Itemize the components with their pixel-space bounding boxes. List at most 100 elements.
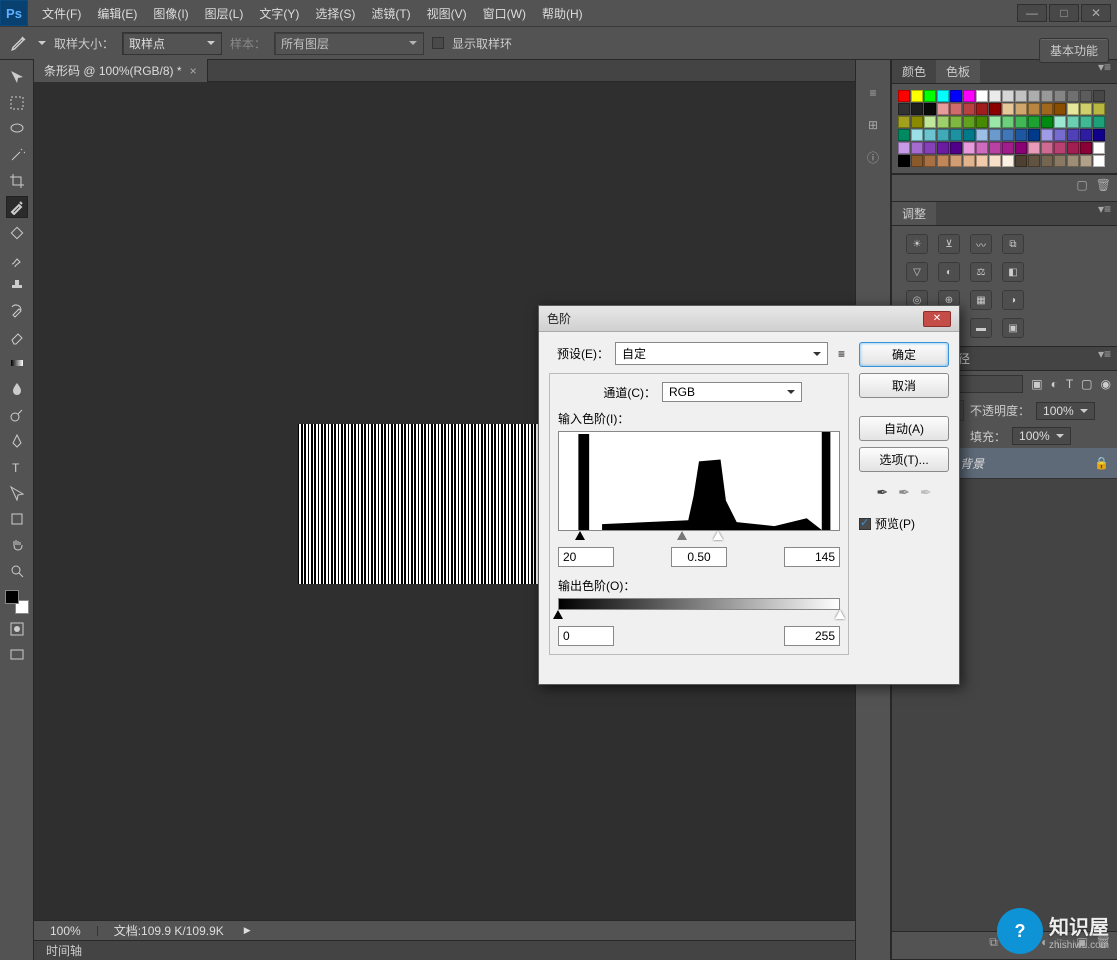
swatch[interactable] bbox=[976, 90, 988, 102]
filter-icon[interactable]: T bbox=[1066, 377, 1073, 391]
exposure-icon[interactable]: ⧉ bbox=[1002, 234, 1024, 254]
swatch[interactable] bbox=[898, 116, 910, 128]
pen-tool[interactable] bbox=[6, 430, 28, 452]
swatch[interactable] bbox=[1028, 90, 1040, 102]
filter-icon[interactable]: ◐ bbox=[1051, 377, 1058, 391]
workspace-button[interactable]: 基本功能 bbox=[1039, 38, 1109, 63]
swatch[interactable] bbox=[1002, 103, 1014, 115]
input-sliders[interactable] bbox=[558, 531, 840, 543]
swatch[interactable] bbox=[976, 103, 988, 115]
filter-icon[interactable]: ◉ bbox=[1101, 377, 1111, 391]
color-swatches[interactable] bbox=[5, 590, 29, 614]
sample-size-dropdown[interactable]: 取样点 bbox=[122, 32, 222, 55]
close-button[interactable]: ✕ bbox=[1081, 4, 1111, 22]
history-panel-icon[interactable]: ≡ bbox=[864, 84, 882, 102]
swatch[interactable] bbox=[1054, 116, 1066, 128]
swatch[interactable] bbox=[911, 142, 923, 154]
swatch[interactable] bbox=[963, 116, 975, 128]
options-button[interactable]: 选项(T)... bbox=[859, 447, 949, 472]
swatch[interactable] bbox=[1093, 90, 1105, 102]
properties-panel-icon[interactable]: ⊞ bbox=[864, 116, 882, 134]
path-tool[interactable] bbox=[6, 482, 28, 504]
swatch[interactable] bbox=[989, 90, 1001, 102]
swatch[interactable] bbox=[1067, 142, 1079, 154]
swatch[interactable] bbox=[976, 155, 988, 167]
timeline-panel[interactable]: 时间轴 bbox=[34, 940, 855, 960]
swatch[interactable] bbox=[1067, 103, 1079, 115]
swatch[interactable] bbox=[1067, 129, 1079, 141]
dodge-tool[interactable] bbox=[6, 404, 28, 426]
selectivecolor-icon[interactable]: ▣ bbox=[1002, 318, 1024, 338]
output-white-field[interactable] bbox=[784, 626, 840, 646]
dialog-close-button[interactable]: ✕ bbox=[923, 311, 951, 327]
info-panel-icon[interactable]: ⓘ bbox=[864, 148, 882, 166]
filter-icon[interactable]: ▣ bbox=[1031, 377, 1042, 391]
colorbalance-icon[interactable]: ⚖ bbox=[970, 262, 992, 282]
swatch[interactable] bbox=[1015, 116, 1027, 128]
swatch[interactable] bbox=[937, 155, 949, 167]
swatch[interactable] bbox=[1015, 103, 1027, 115]
swatch[interactable] bbox=[937, 103, 949, 115]
swatch[interactable] bbox=[1080, 155, 1092, 167]
blur-tool[interactable] bbox=[6, 378, 28, 400]
swatch[interactable] bbox=[989, 103, 1001, 115]
maximize-button[interactable]: □ bbox=[1049, 4, 1079, 22]
lasso-tool[interactable] bbox=[6, 118, 28, 140]
swatch[interactable] bbox=[1015, 142, 1027, 154]
swatch[interactable] bbox=[950, 90, 962, 102]
crop-tool[interactable] bbox=[6, 170, 28, 192]
invert-icon[interactable]: ◑ bbox=[1002, 290, 1024, 310]
swatch[interactable] bbox=[950, 129, 962, 141]
swatch[interactable] bbox=[1054, 103, 1066, 115]
swatch[interactable] bbox=[1080, 116, 1092, 128]
swatch[interactable] bbox=[1054, 142, 1066, 154]
swatch[interactable] bbox=[1041, 90, 1053, 102]
swatch[interactable] bbox=[1002, 90, 1014, 102]
swatch[interactable] bbox=[950, 155, 962, 167]
swatch[interactable] bbox=[1067, 90, 1079, 102]
swatch[interactable] bbox=[911, 103, 923, 115]
eyedropper-tool[interactable] bbox=[6, 196, 28, 218]
swatch[interactable] bbox=[1015, 129, 1027, 141]
swatch[interactable] bbox=[950, 142, 962, 154]
out-white-slider[interactable] bbox=[835, 610, 845, 619]
ok-button[interactable]: 确定 bbox=[859, 342, 949, 367]
swatch[interactable] bbox=[937, 116, 949, 128]
dialog-titlebar[interactable]: 色阶 ✕ bbox=[539, 306, 959, 332]
swatch[interactable] bbox=[1093, 116, 1105, 128]
sample-dropdown[interactable]: 所有图层 bbox=[274, 32, 424, 55]
levels-icon[interactable]: ⊻ bbox=[938, 234, 960, 254]
swatch[interactable] bbox=[1002, 142, 1014, 154]
opacity-dropdown[interactable]: 100% bbox=[1036, 402, 1095, 420]
bw-icon[interactable]: ◧ bbox=[1002, 262, 1024, 282]
input-gamma-field[interactable] bbox=[671, 547, 727, 567]
hue-icon[interactable]: ◐ bbox=[938, 262, 960, 282]
panel-menu-icon[interactable]: ▾≡ bbox=[1092, 202, 1117, 225]
swatch[interactable] bbox=[1041, 142, 1053, 154]
swatch[interactable] bbox=[1054, 90, 1066, 102]
minimize-button[interactable]: — bbox=[1017, 4, 1047, 22]
tool-preset-chevron-icon[interactable] bbox=[38, 41, 46, 45]
out-black-slider[interactable] bbox=[553, 610, 563, 619]
swatch[interactable] bbox=[1041, 129, 1053, 141]
tab-adjust[interactable]: 调整 bbox=[892, 202, 936, 225]
swatch[interactable] bbox=[911, 129, 923, 141]
swatch[interactable] bbox=[1080, 90, 1092, 102]
output-black-field[interactable] bbox=[558, 626, 614, 646]
swatch[interactable] bbox=[1080, 142, 1092, 154]
swatch[interactable] bbox=[963, 129, 975, 141]
menu-filter[interactable]: 滤镜(T) bbox=[365, 3, 416, 24]
panel-menu-icon[interactable]: ▾≡ bbox=[1092, 60, 1117, 83]
swatch[interactable] bbox=[1041, 103, 1053, 115]
brush-tool[interactable] bbox=[6, 248, 28, 270]
swatch[interactable] bbox=[1028, 103, 1040, 115]
black-eyedropper-icon[interactable]: ✒ bbox=[876, 484, 888, 501]
shape-tool[interactable] bbox=[6, 508, 28, 530]
black-point-slider[interactable] bbox=[575, 531, 585, 540]
swatch[interactable] bbox=[1002, 155, 1014, 167]
gray-eyedropper-icon[interactable]: ✒ bbox=[898, 484, 910, 501]
swatch[interactable] bbox=[1093, 155, 1105, 167]
brightness-icon[interactable]: ☀ bbox=[906, 234, 928, 254]
swatch[interactable] bbox=[1067, 116, 1079, 128]
tab-swatches[interactable]: 色板 bbox=[936, 60, 980, 83]
